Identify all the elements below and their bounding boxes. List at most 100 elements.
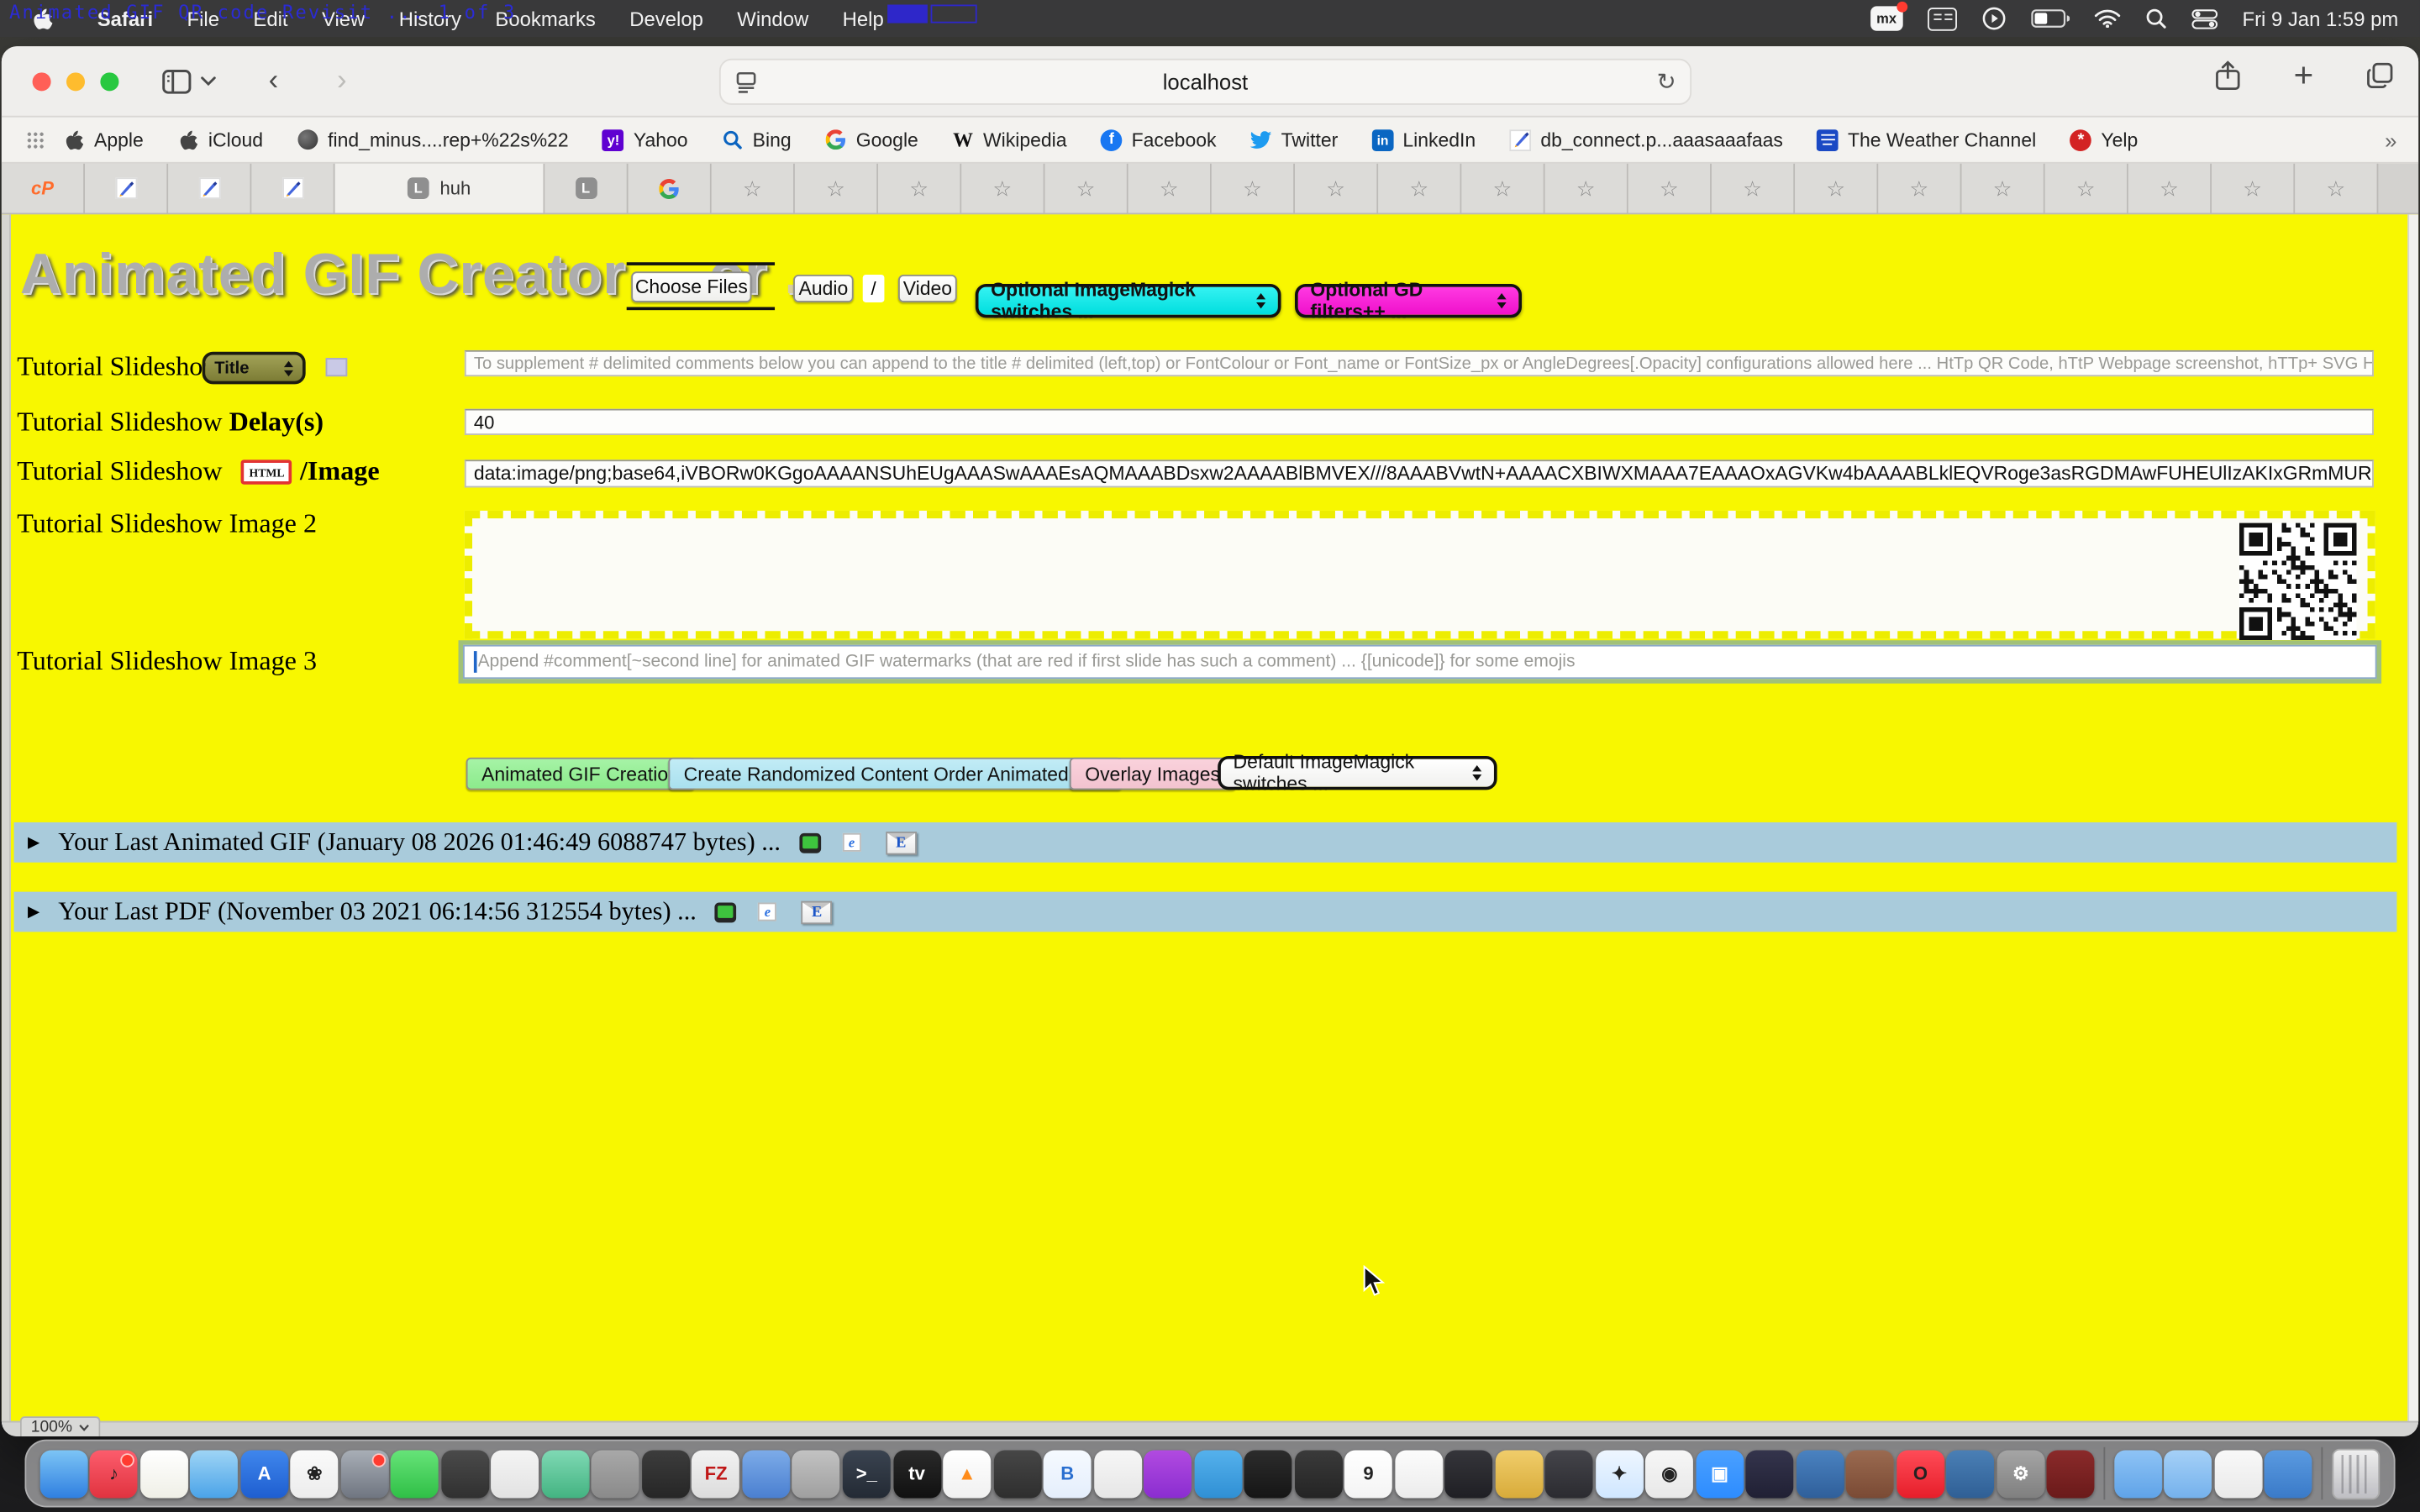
dock-app-app-store[interactable]: A: [239, 1441, 290, 1506]
dock-app-gray-app[interactable]: [591, 1441, 641, 1506]
empty-tab[interactable]: ☆: [2295, 164, 2378, 213]
empty-tab[interactable]: ☆: [2045, 164, 2128, 213]
choose-files-button[interactable]: Choose Files: [631, 271, 751, 302]
tab-huh[interactable]: L huh: [335, 164, 545, 213]
share-icon[interactable]: [2215, 60, 2241, 92]
dock-app-launchpad[interactable]: [339, 1441, 390, 1506]
empty-tab[interactable]: ☆: [1961, 164, 2044, 213]
empty-tab[interactable]: ☆: [1461, 164, 1544, 213]
menu-clock[interactable]: Fri 9 Jan 1:59 pm: [2242, 7, 2398, 30]
randomized-gif-button[interactable]: Create Randomized Content Order Animated…: [668, 758, 1122, 790]
empty-tab[interactable]: ☆: [795, 164, 878, 213]
email-envelope-icon[interactable]: E: [802, 900, 833, 924]
menu-window[interactable]: Window: [720, 7, 825, 30]
bookmark-apple[interactable]: Apple: [63, 129, 143, 150]
dock-app-gold-app[interactable]: [1494, 1441, 1544, 1506]
keyboard-icon[interactable]: [1928, 7, 1957, 30]
dock-app-bluefish[interactable]: B: [1042, 1441, 1092, 1506]
dock-app-white-doc[interactable]: [2213, 1441, 2264, 1506]
animated-gif-creation-button[interactable]: Animated GIF Creation: [466, 758, 695, 790]
empty-tab[interactable]: ☆: [1878, 164, 1961, 213]
dock-app-music[interactable]: ♪: [89, 1441, 139, 1506]
zoom-window-button[interactable]: [100, 71, 118, 90]
last-animated-gif-summary[interactable]: ▶ Your Last Animated GIF (January 08 202…: [14, 822, 2397, 863]
dock-app-iterm[interactable]: >_: [841, 1441, 892, 1506]
empty-tab[interactable]: ☆: [712, 164, 795, 213]
dock-app-dark-app-3[interactable]: [1293, 1441, 1344, 1506]
dock-app-earth-app[interactable]: [1795, 1441, 1845, 1506]
empty-tab[interactable]: ☆: [1212, 164, 1295, 213]
audio-button[interactable]: Audio: [793, 275, 854, 302]
imagemagick-switches-select[interactable]: Optional ImageMagick switches ...: [976, 284, 1281, 318]
title-config-input[interactable]: To supplement # delimited comments below…: [465, 350, 2374, 376]
empty-tab[interactable]: ☆: [1545, 164, 1628, 213]
browser-e-icon[interactable]: e: [758, 902, 776, 921]
email-envelope-icon[interactable]: E: [886, 831, 917, 854]
image2-dropzone[interactable]: [465, 511, 2375, 638]
title-checkbox[interactable]: [326, 358, 348, 376]
dock-app-tv[interactable]: tv: [892, 1441, 942, 1506]
dock-app-dark-app-2[interactable]: [992, 1441, 1043, 1506]
dock-app-gray-app-2[interactable]: [792, 1441, 842, 1506]
image-data-url-input[interactable]: data:image/png;base64,iVBORw0KGgoAAAANSU…: [465, 459, 2374, 487]
dock-app-purple-app[interactable]: [1143, 1441, 1193, 1506]
dock-app-settings-cog[interactable]: ⚙: [1996, 1441, 2046, 1506]
browser-e-icon[interactable]: e: [842, 833, 860, 852]
gd-filters-select[interactable]: Optional GD filters++ ...: [1295, 284, 1522, 318]
video-button[interactable]: Video: [898, 275, 957, 302]
dock-app-blue-dot-app[interactable]: [2264, 1441, 2314, 1506]
dock-app-safari[interactable]: ✦: [1594, 1441, 1644, 1506]
battery-icon[interactable]: [2031, 9, 2070, 28]
bookmark-db-connect-p-aaasaaafaas[interactable]: db_connect.p...aaasaaafaas: [1510, 129, 1783, 150]
address-bar[interactable]: localhost ↻: [719, 59, 1691, 105]
dock-app-filezilla[interactable]: FZ: [691, 1441, 741, 1506]
dock-app-notes[interactable]: [139, 1441, 189, 1506]
dock-app-white-app-3[interactable]: [1393, 1441, 1444, 1506]
minimize-window-button[interactable]: [66, 71, 85, 90]
bookmark-wikipedia[interactable]: WWikipedia: [952, 129, 1066, 150]
dock-app-opera[interactable]: O: [1896, 1441, 1946, 1506]
empty-tab[interactable]: ☆: [1295, 164, 1378, 213]
menu-develop[interactable]: Develop: [613, 7, 720, 30]
page-zoom-widget[interactable]: 100%: [20, 1416, 100, 1436]
empty-tab[interactable]: ☆: [1378, 164, 1461, 213]
dock-app-blue-app[interactable]: [741, 1441, 792, 1506]
image3-comment-input[interactable]: Append #comment[~second line] for animat…: [463, 645, 2377, 679]
dock-app-dark-app-4[interactable]: [1444, 1441, 1494, 1506]
empty-tab[interactable]: ☆: [1044, 164, 1128, 213]
bookmark-icloud[interactable]: iCloud: [177, 129, 263, 150]
dock-trash[interactable]: [2331, 1441, 2381, 1506]
wifi-icon[interactable]: [2094, 9, 2120, 28]
reload-icon[interactable]: ↻: [1657, 68, 1676, 96]
bookmark-google[interactable]: Google: [825, 129, 918, 150]
overlay-images-button[interactable]: Overlay Images: [1070, 758, 1236, 790]
last-pdf-summary[interactable]: ▶ Your Last PDF (November 03 2021 06:14:…: [14, 892, 2397, 932]
empty-tab[interactable]: ☆: [1628, 164, 1712, 213]
dock-app-chrome[interactable]: ◉: [1644, 1441, 1695, 1506]
empty-tab[interactable]: ☆: [1795, 164, 1878, 213]
close-window-button[interactable]: [33, 71, 51, 90]
chevron-down-icon[interactable]: [201, 76, 216, 87]
new-tab-button[interactable]: +: [2281, 59, 2326, 92]
tab-pencil[interactable]: [251, 164, 334, 213]
dock-app-calendar[interactable]: 9: [1344, 1441, 1394, 1506]
tab-pencil[interactable]: [168, 164, 251, 213]
dock-app-maps[interactable]: [540, 1441, 591, 1506]
bookmark-yelp[interactable]: *Yelp: [2070, 129, 2139, 150]
tab-pencil[interactable]: [85, 164, 168, 213]
dock-app-zoom[interactable]: ▣: [1695, 1441, 1745, 1506]
dock-app-messages[interactable]: [390, 1441, 440, 1506]
tab-google[interactable]: [629, 164, 712, 213]
page-format-icon[interactable]: [734, 71, 758, 94]
empty-tab[interactable]: ☆: [878, 164, 961, 213]
page-scrollbar[interactable]: [2407, 214, 2418, 1420]
bookmark-bing[interactable]: Bing: [722, 129, 792, 150]
bookmark-facebook[interactable]: fFacebook: [1101, 129, 1217, 150]
bookmark-twitter[interactable]: Twitter: [1250, 129, 1338, 150]
control-center-icon[interactable]: [2191, 8, 2217, 29]
tab-overview-icon[interactable]: [2366, 61, 2394, 89]
delay-input[interactable]: 40: [465, 409, 2374, 435]
bookmark-linkedin[interactable]: inLinkedIn: [1372, 129, 1476, 150]
bookmarks-overflow-chevron-icon[interactable]: »: [2385, 128, 2403, 152]
play-icon[interactable]: [1981, 6, 2006, 30]
